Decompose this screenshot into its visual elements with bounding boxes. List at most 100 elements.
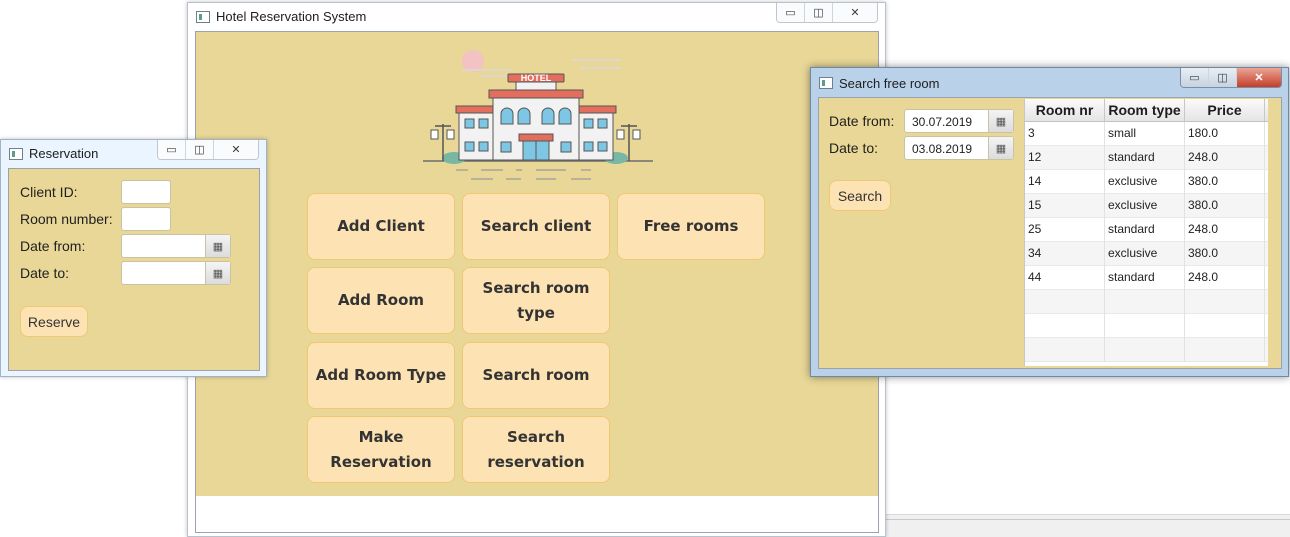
column-header-price[interactable]: Price bbox=[1185, 99, 1265, 121]
search-client-button[interactable]: Search client bbox=[462, 193, 610, 260]
calendar-icon[interactable]: ▦ bbox=[988, 137, 1013, 159]
reserve-button[interactable]: Reserve bbox=[20, 306, 88, 337]
add-room-type-button[interactable]: Add Room Type bbox=[307, 342, 455, 409]
table-row[interactable] bbox=[1025, 338, 1269, 362]
table-row[interactable]: 25 standard 248.0 bbox=[1025, 218, 1269, 242]
search-date-from-value[interactable]: 30.07.2019 bbox=[912, 115, 972, 129]
search-window-controls: ▭ ◫ ✕ bbox=[1180, 68, 1282, 88]
table-cell: small bbox=[1105, 122, 1185, 146]
search-date-from-label: Date from: bbox=[829, 113, 895, 129]
room-number-label: Room number: bbox=[20, 211, 113, 227]
table-cell bbox=[1025, 338, 1105, 362]
main-window-controls: ▭ ◫ ✕ bbox=[776, 3, 878, 23]
minimize-icon[interactable]: ▭ bbox=[777, 3, 805, 22]
table-row[interactable]: 3 small 180.0 bbox=[1025, 122, 1269, 146]
table-row[interactable]: 34 exclusive 380.0 bbox=[1025, 242, 1269, 266]
table-cell: standard bbox=[1105, 266, 1185, 290]
table-row[interactable] bbox=[1025, 314, 1269, 338]
date-to-label: Date to: bbox=[20, 265, 70, 281]
add-room-button[interactable]: Add Room bbox=[307, 267, 455, 334]
maximize-icon[interactable]: ◫ bbox=[805, 3, 833, 22]
table-cell: 12 bbox=[1025, 146, 1105, 170]
search-date-to-picker[interactable]: 03.08.2019 ▦ bbox=[904, 136, 1014, 160]
calendar-icon[interactable]: ▦ bbox=[205, 235, 230, 257]
client-id-input[interactable] bbox=[121, 180, 171, 204]
table-scrollbar[interactable] bbox=[1268, 99, 1280, 366]
search-room-button[interactable]: Search room bbox=[462, 342, 610, 409]
table-cell: 380.0 bbox=[1185, 194, 1265, 218]
table-cell: 44 bbox=[1025, 266, 1105, 290]
reservation-window-controls: ▭ ◫ ✕ bbox=[157, 140, 259, 160]
background-window-strip bbox=[880, 514, 1290, 537]
table-cell: 25 bbox=[1025, 218, 1105, 242]
table-cell: exclusive bbox=[1105, 170, 1185, 194]
column-header-room-nr[interactable]: Room nr bbox=[1025, 99, 1105, 121]
reservation-window-title: Reservation bbox=[29, 146, 99, 161]
search-date-from-picker[interactable]: 30.07.2019 ▦ bbox=[904, 109, 1014, 133]
reservation-form-panel: Client ID: Room number: Date from: ▦ Dat… bbox=[8, 168, 260, 371]
room-number-input[interactable] bbox=[121, 207, 171, 231]
calendar-icon[interactable]: ▦ bbox=[205, 262, 230, 284]
close-icon[interactable]: ✕ bbox=[1237, 68, 1281, 87]
minimize-icon[interactable]: ▭ bbox=[1181, 68, 1209, 87]
date-to-picker[interactable]: ▦ bbox=[121, 261, 231, 285]
search-titlebar[interactable]: Search free room ▭ ◫ ✕ bbox=[811, 68, 1288, 94]
app-window-icon bbox=[9, 148, 23, 160]
free-rooms-table: Room nr Room type Price 3 small 180.0 12 sta… bbox=[1024, 99, 1269, 366]
search-window-title: Search free room bbox=[839, 76, 940, 91]
table-cell: 380.0 bbox=[1185, 242, 1265, 266]
make-reservation-button[interactable]: Make Reservation bbox=[307, 416, 455, 483]
table-cell: 3 bbox=[1025, 122, 1105, 146]
reservation-titlebar[interactable]: Reservation ▭ ◫ ✕ bbox=[1, 140, 266, 166]
client-id-label: Client ID: bbox=[20, 184, 78, 200]
maximize-icon[interactable]: ◫ bbox=[186, 140, 214, 159]
table-cell: exclusive bbox=[1105, 242, 1185, 266]
search-free-room-window: Search free room ▭ ◫ ✕ Date from: 30.07.… bbox=[810, 67, 1289, 377]
table-cell: 380.0 bbox=[1185, 170, 1265, 194]
table-cell bbox=[1025, 290, 1105, 314]
table-cell bbox=[1185, 338, 1265, 362]
main-window: Hotel Reservation System ▭ ◫ ✕ HOTEL Add… bbox=[187, 2, 886, 537]
search-room-type-button[interactable]: Search room type bbox=[462, 267, 610, 334]
calendar-icon[interactable]: ▦ bbox=[988, 110, 1013, 132]
table-cell bbox=[1105, 338, 1185, 362]
table-cell: 34 bbox=[1025, 242, 1105, 266]
table-cell bbox=[1105, 290, 1185, 314]
main-titlebar[interactable]: Hotel Reservation System ▭ ◫ ✕ bbox=[188, 3, 885, 29]
reservation-window: Reservation ▭ ◫ ✕ Client ID: Room number… bbox=[0, 139, 267, 377]
search-reservation-button[interactable]: Search reservation bbox=[462, 416, 610, 483]
hotel-sign-text: HOTEL bbox=[521, 73, 552, 83]
table-cell: standard bbox=[1105, 218, 1185, 242]
hotel-illustration: HOTEL bbox=[423, 50, 653, 180]
search-button[interactable]: Search bbox=[829, 180, 891, 211]
table-cell bbox=[1025, 314, 1105, 338]
maximize-icon[interactable]: ◫ bbox=[1209, 68, 1237, 87]
table-cell: 14 bbox=[1025, 170, 1105, 194]
table-row[interactable]: 15 exclusive 380.0 bbox=[1025, 194, 1269, 218]
table-row[interactable]: 14 exclusive 380.0 bbox=[1025, 170, 1269, 194]
date-from-picker[interactable]: ▦ bbox=[121, 234, 231, 258]
free-rooms-button[interactable]: Free rooms bbox=[617, 193, 765, 260]
app-window-icon bbox=[819, 77, 833, 89]
search-date-to-value[interactable]: 03.08.2019 bbox=[912, 142, 972, 156]
main-status-bar bbox=[195, 496, 879, 533]
table-row[interactable]: 44 standard 248.0 bbox=[1025, 266, 1269, 290]
search-date-to-label: Date to: bbox=[829, 140, 879, 156]
close-icon[interactable]: ✕ bbox=[214, 140, 258, 159]
minimize-icon[interactable]: ▭ bbox=[158, 140, 186, 159]
table-header: Room nr Room type Price bbox=[1025, 99, 1269, 122]
table-cell: exclusive bbox=[1105, 194, 1185, 218]
table-row[interactable] bbox=[1025, 290, 1269, 314]
table-cell: standard bbox=[1105, 146, 1185, 170]
search-panel: Date from: 30.07.2019 ▦ Date to: 03.08.2… bbox=[818, 97, 1282, 369]
table-row[interactable]: 12 standard 248.0 bbox=[1025, 146, 1269, 170]
column-header-room-type[interactable]: Room type bbox=[1105, 99, 1185, 121]
close-icon[interactable]: ✕ bbox=[833, 3, 877, 22]
table-cell: 248.0 bbox=[1185, 146, 1265, 170]
table-cell: 180.0 bbox=[1185, 122, 1265, 146]
table-cell bbox=[1185, 290, 1265, 314]
table-cell: 248.0 bbox=[1185, 218, 1265, 242]
date-from-label: Date from: bbox=[20, 238, 86, 254]
app-window-icon bbox=[196, 11, 210, 23]
add-client-button[interactable]: Add Client bbox=[307, 193, 455, 260]
